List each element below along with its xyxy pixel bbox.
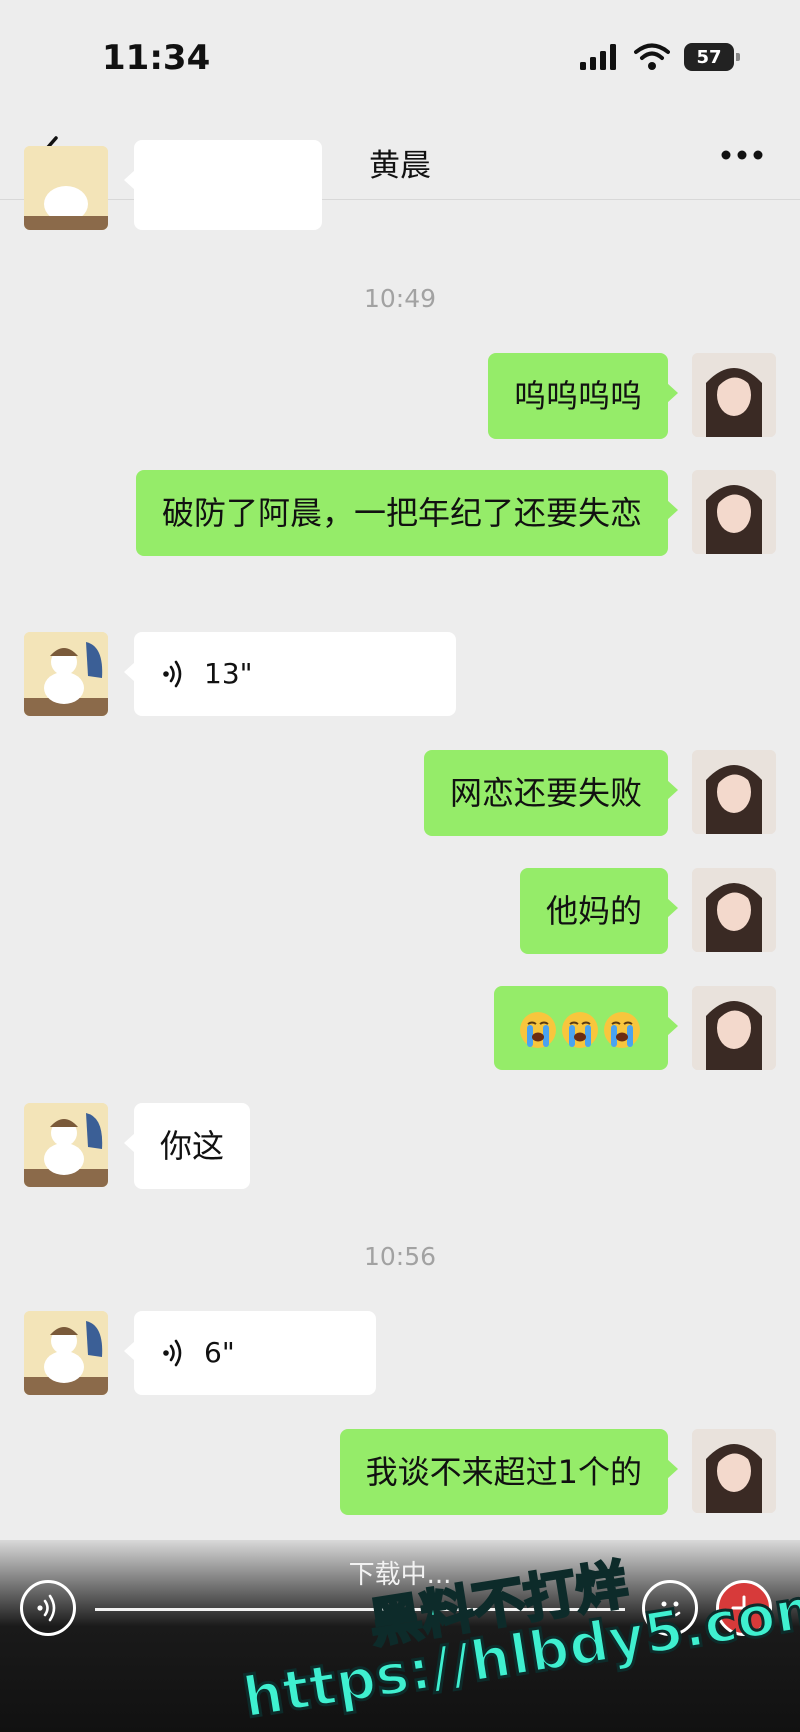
message-bubble-outgoing[interactable]: 呜呜呜呜	[487, 353, 679, 439]
self-avatar[interactable]	[692, 750, 776, 834]
partial-message-bubble[interactable]	[124, 140, 322, 230]
message-bubble-outgoing[interactable]: 网恋还要失败	[423, 750, 679, 836]
status-icons: 57	[580, 42, 740, 72]
emoji-message-bubble[interactable]	[494, 986, 678, 1070]
message-bubble-outgoing[interactable]: 他妈的	[519, 868, 679, 954]
chat-area[interactable]: 10:49 呜呜呜呜 破防了阿晨，一把年纪了还要失恋 13" 网恋还要失败 他妈…	[0, 140, 800, 1540]
loudly-crying-face-icon	[562, 1012, 598, 1048]
girl-avatar-icon	[692, 868, 776, 952]
contact-avatar[interactable]	[24, 146, 108, 230]
voice-wave-icon	[163, 660, 182, 688]
duck-avatar-icon	[24, 1311, 108, 1395]
girl-avatar-icon	[692, 353, 776, 437]
cellular-signal-icon	[580, 44, 616, 70]
self-avatar[interactable]	[692, 986, 776, 1070]
message-bubble-outgoing[interactable]: 破防了阿晨，一把年纪了还要失恋	[136, 470, 678, 556]
message-text: 他妈的	[545, 892, 642, 930]
contact-avatar[interactable]	[24, 1311, 108, 1395]
voice-duration: 6"	[204, 1336, 235, 1369]
voice-wave-icon	[163, 1339, 182, 1367]
girl-avatar-icon	[692, 1429, 776, 1513]
more-options-icon[interactable]	[720, 140, 764, 170]
message-text: 你这	[160, 1127, 225, 1165]
voice-input-button[interactable]	[20, 1580, 76, 1636]
voice-message-bubble[interactable]: 13"	[124, 632, 456, 716]
message-text: 呜呜呜呜	[513, 377, 642, 415]
chat-title: 黄晨	[369, 148, 431, 184]
loudly-crying-face-icon	[604, 1012, 640, 1048]
message-text: 我谈不来超过1个的	[365, 1453, 642, 1491]
message-bubble-outgoing[interactable]: 我谈不来超过1个的	[339, 1429, 679, 1515]
self-avatar[interactable]	[692, 868, 776, 952]
voice-wave-icon	[37, 1594, 56, 1622]
message-text: 网恋还要失败	[449, 774, 642, 812]
self-avatar[interactable]	[692, 470, 776, 554]
contact-avatar[interactable]	[24, 1103, 108, 1187]
girl-avatar-icon	[692, 470, 776, 554]
girl-avatar-icon	[692, 986, 776, 1070]
duck-avatar-icon	[24, 1103, 108, 1187]
wifi-icon	[634, 43, 670, 70]
self-avatar[interactable]	[692, 353, 776, 437]
voice-duration: 13"	[204, 657, 253, 690]
message-bubble-incoming[interactable]: 你这	[123, 1103, 251, 1189]
contact-avatar[interactable]	[24, 632, 108, 716]
duck-avatar-icon	[24, 146, 108, 230]
message-text: 破防了阿晨，一把年纪了还要失恋	[162, 494, 643, 532]
self-avatar[interactable]	[692, 1429, 776, 1513]
loudly-crying-face-icon	[520, 1012, 556, 1048]
status-bar: 11:34 57	[0, 0, 800, 110]
nav-bar: 黄晨	[0, 110, 800, 200]
duck-avatar-icon	[24, 632, 108, 716]
voice-message-bubble[interactable]: 6"	[124, 1311, 376, 1395]
status-time: 11:34	[102, 38, 211, 78]
battery-indicator: 57	[684, 43, 740, 71]
time-divider: 10:49	[363, 284, 437, 313]
girl-avatar-icon	[692, 750, 776, 834]
time-divider: 10:56	[363, 1242, 437, 1271]
